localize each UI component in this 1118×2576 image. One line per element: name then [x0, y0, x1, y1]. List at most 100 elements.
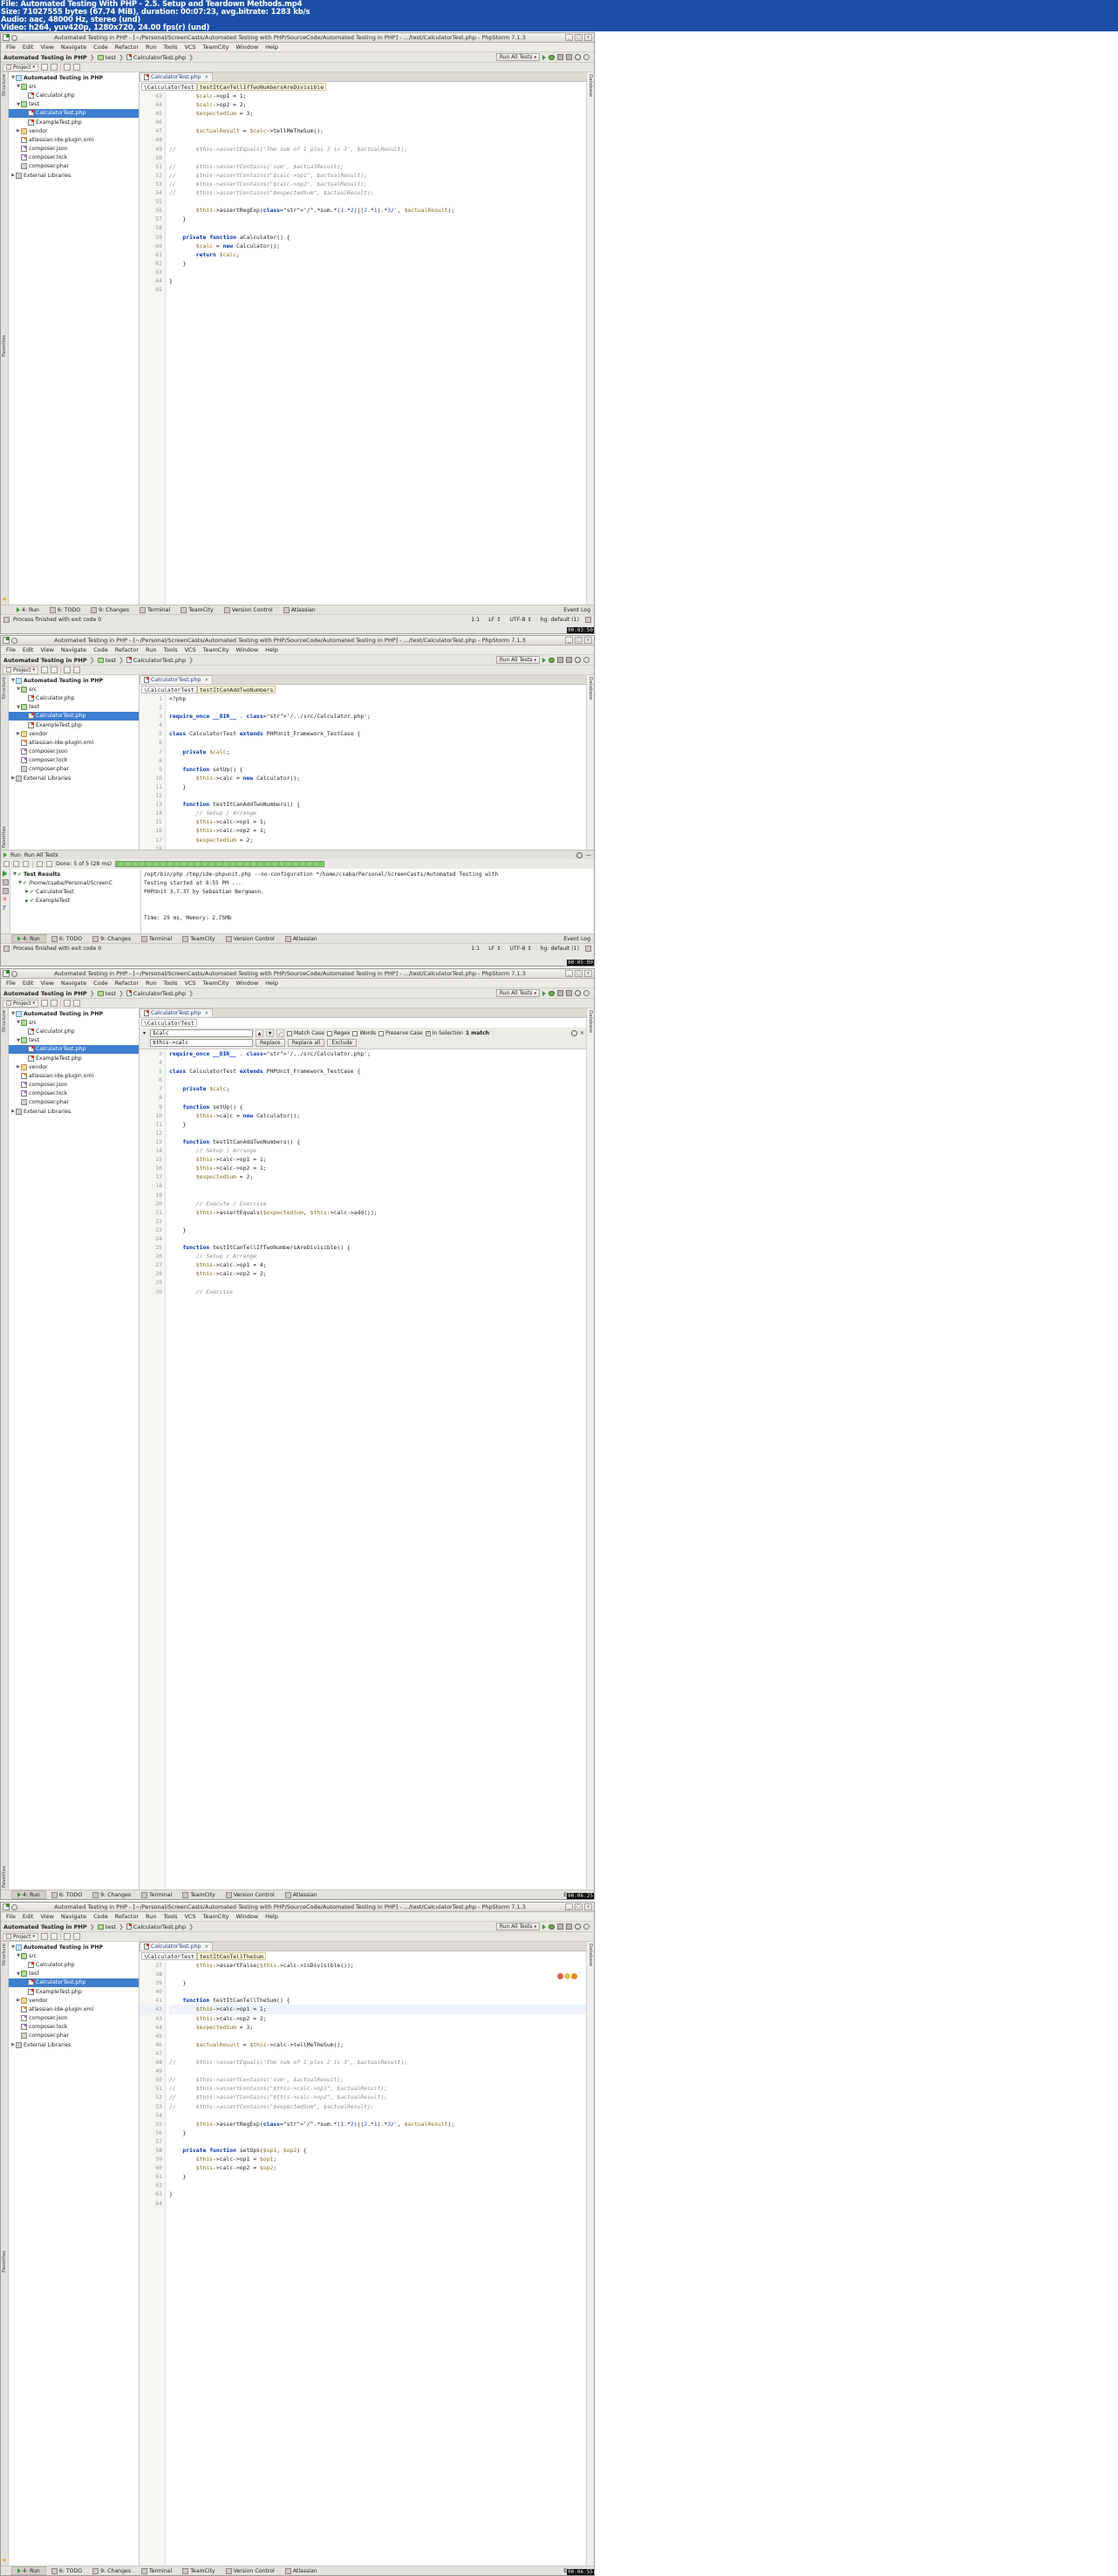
menu-edit[interactable]: Edit	[19, 646, 37, 653]
menu-window[interactable]: Window	[233, 1913, 262, 1920]
window-controls[interactable]: _ □ ×	[565, 637, 592, 644]
code-line[interactable]: }	[169, 782, 586, 791]
tree-row[interactable]: ▶ vendor	[9, 126, 139, 135]
menu-teamcity[interactable]: TeamCity	[200, 980, 233, 987]
coverage-icon[interactable]	[557, 657, 563, 663]
favorites-strip-label[interactable]: Favorites	[2, 826, 7, 848]
tree-row[interactable]: ▼ ✔ Test Results	[10, 870, 140, 878]
menu-navigate[interactable]: Navigate	[58, 646, 90, 653]
menu-window[interactable]: Window	[233, 646, 262, 653]
code-line[interactable]	[169, 154, 586, 162]
code-area[interactable]: 1 2 3 4 5 6 7 8 9 10 11 12 13 14 15 16 17 18 <?php requir…	[140, 694, 586, 850]
tree-row[interactable]: ExampleTest.php	[9, 118, 139, 126]
close-icon[interactable]: ✕	[580, 1030, 584, 1036]
toolwin-atlassian[interactable]: Atlassian	[280, 1891, 323, 1898]
find-in-files-button[interactable]: ⤢	[276, 1029, 284, 1037]
replace-all-button[interactable]: Replace all	[287, 1039, 325, 1047]
toolwin-run[interactable]: 4: Run	[11, 607, 44, 613]
coverage-icon[interactable]	[557, 54, 563, 60]
toolwin-changes[interactable]: 9: Changes	[87, 1891, 136, 1898]
run-config-selector[interactable]: Run All Tests ▾	[495, 656, 540, 664]
gear-icon[interactable]	[64, 64, 72, 71]
close-icon[interactable]: ✕	[3, 897, 9, 903]
code-line[interactable]: $actualResult = $calc->tellMeTheSum();	[169, 126, 586, 135]
caret-position[interactable]: 1:1	[468, 617, 482, 623]
lock-icon[interactable]	[585, 945, 591, 952]
tree-row[interactable]: ▼ Automated Testing in PHP	[9, 73, 139, 82]
maximize-button[interactable]: □	[575, 637, 583, 644]
code-line[interactable]: $this->assertRegExp(class="str">'/^.*sum…	[169, 2120, 586, 2128]
search-icon[interactable]	[583, 54, 590, 60]
code-text[interactable]: <?php require_once __DIR__ . class="str"…	[166, 694, 586, 850]
code-area[interactable]: 43 44 45 46 47 48 49 50 51 52 53 54 55 56 57 58 59 60 61 62…	[140, 92, 586, 605]
rerun-icon[interactable]	[46, 861, 52, 867]
tree-row[interactable]: atlassian-ide-plugin.xml	[9, 1071, 139, 1080]
toolwin-version-control[interactable]: Version Control	[221, 935, 280, 942]
settings-icon[interactable]	[575, 54, 581, 60]
code-line[interactable]: $this->assertRegExp(class="str">'/^.*sum…	[169, 206, 586, 215]
menu-help[interactable]: Help	[262, 44, 282, 51]
tree-row[interactable]: ▶ External Libraries	[9, 171, 139, 180]
code-line[interactable]: $this->calc->op2 = 2;	[169, 1269, 586, 1278]
menu-code[interactable]: Code	[90, 980, 112, 987]
close-button[interactable]: ×	[584, 637, 592, 644]
toolwin-terminal[interactable]: Terminal	[136, 2567, 177, 2574]
code-line[interactable]: $this->calc->op2 = 1;	[169, 1164, 586, 1172]
toolwin-terminal[interactable]: Terminal	[136, 935, 177, 942]
window-menu-icon[interactable]	[11, 34, 17, 41]
code-line[interactable]: $calc->op2 = 2;	[169, 100, 586, 109]
code-line[interactable]: class CalculatorTest extends PHPUnit_Fra…	[169, 1067, 586, 1076]
expand-all-icon[interactable]	[51, 64, 58, 71]
code-line[interactable]: private function aCalculator() {	[169, 233, 586, 242]
tree-row[interactable]: ▼ test	[9, 1970, 139, 1978]
tree-row[interactable]: ExampleTest.php	[9, 1987, 139, 1996]
gear-icon[interactable]	[576, 851, 583, 858]
profile-icon[interactable]	[566, 54, 572, 60]
stop-icon[interactable]	[2, 879, 9, 885]
code-line[interactable]: $calc->op1 = 1;	[169, 92, 586, 100]
code-line[interactable]: $expectedSum = 2;	[169, 1172, 586, 1181]
breadcrumb-file-item[interactable]: CalculatorTest.php	[126, 1923, 186, 1930]
code-line[interactable]: private $calc;	[169, 748, 586, 756]
tree-row[interactable]: ▼ Automated Testing in PHP	[9, 1009, 139, 1018]
breadcrumb-project[interactable]: Automated Testing in PHP	[3, 990, 87, 997]
crumb-class[interactable]: \CalculatorTest	[141, 1952, 197, 1960]
checkbox[interactable]	[352, 1030, 358, 1036]
vcs-branch[interactable]: hg: default (1)	[538, 946, 582, 952]
menu-bar[interactable]: File Edit View Navigate Code Refactor Ru…	[1, 646, 594, 655]
debug-icon[interactable]	[549, 990, 555, 996]
code-line[interactable]: $this->calc->op1 = 1;	[169, 1155, 586, 1164]
tree-row[interactable]: Calculator.php	[9, 694, 139, 702]
menu-vcs[interactable]: VCS	[181, 980, 199, 987]
editor-tab-calculatortest[interactable]: CalculatorTest.php ×	[140, 1942, 214, 1951]
close-icon[interactable]: ×	[204, 1944, 208, 1950]
search-input[interactable]	[150, 1029, 253, 1037]
collapse-icon[interactable]	[13, 861, 19, 867]
tree-row[interactable]: ▼ Automated Testing in PHP	[9, 1943, 139, 1951]
line-separator[interactable]: LF ↕	[486, 617, 503, 623]
code-line[interactable]: $this->assertFalse($this->calc->isDivisi…	[169, 1961, 586, 1970]
option-preserve-case[interactable]: Preserve Case	[378, 1030, 423, 1036]
code-line[interactable]	[169, 756, 586, 765]
menu-refactor[interactable]: Refactor	[112, 44, 142, 51]
tree-row[interactable]: ExampleTest.php	[9, 1054, 139, 1063]
lock-icon[interactable]	[585, 616, 591, 623]
menu-file[interactable]: File	[3, 1913, 19, 1920]
debug-icon[interactable]	[549, 54, 555, 60]
breadcrumb-project[interactable]: Automated Testing in PHP	[3, 1923, 87, 1930]
find-next-button[interactable]: ▼	[266, 1029, 274, 1037]
run-config-selector[interactable]: Run All Tests ▾	[495, 989, 540, 997]
replace-button[interactable]: Replace	[256, 1039, 285, 1047]
tree-row[interactable]: Calculator.php	[9, 1960, 139, 1969]
code-line[interactable]	[169, 1191, 586, 1199]
toolwin-atlassian[interactable]: Atlassian	[280, 2567, 323, 2574]
debug-icon[interactable]	[549, 1923, 555, 1930]
profile-icon[interactable]	[566, 990, 572, 996]
option-words[interactable]: Words	[352, 1030, 376, 1036]
tree-row[interactable]: composer.json	[9, 145, 139, 154]
editor-tab-calculatortest[interactable]: CalculatorTest.php ×	[140, 72, 214, 81]
code-line[interactable]: require_once __DIR__ . class="str">'/../…	[169, 712, 586, 721]
crumb-class[interactable]: \CalculatorTest	[141, 686, 197, 694]
menu-bar[interactable]: File Edit View Navigate Code Refactor Ru…	[1, 1912, 594, 1922]
window-menu-icon[interactable]	[11, 1903, 17, 1910]
